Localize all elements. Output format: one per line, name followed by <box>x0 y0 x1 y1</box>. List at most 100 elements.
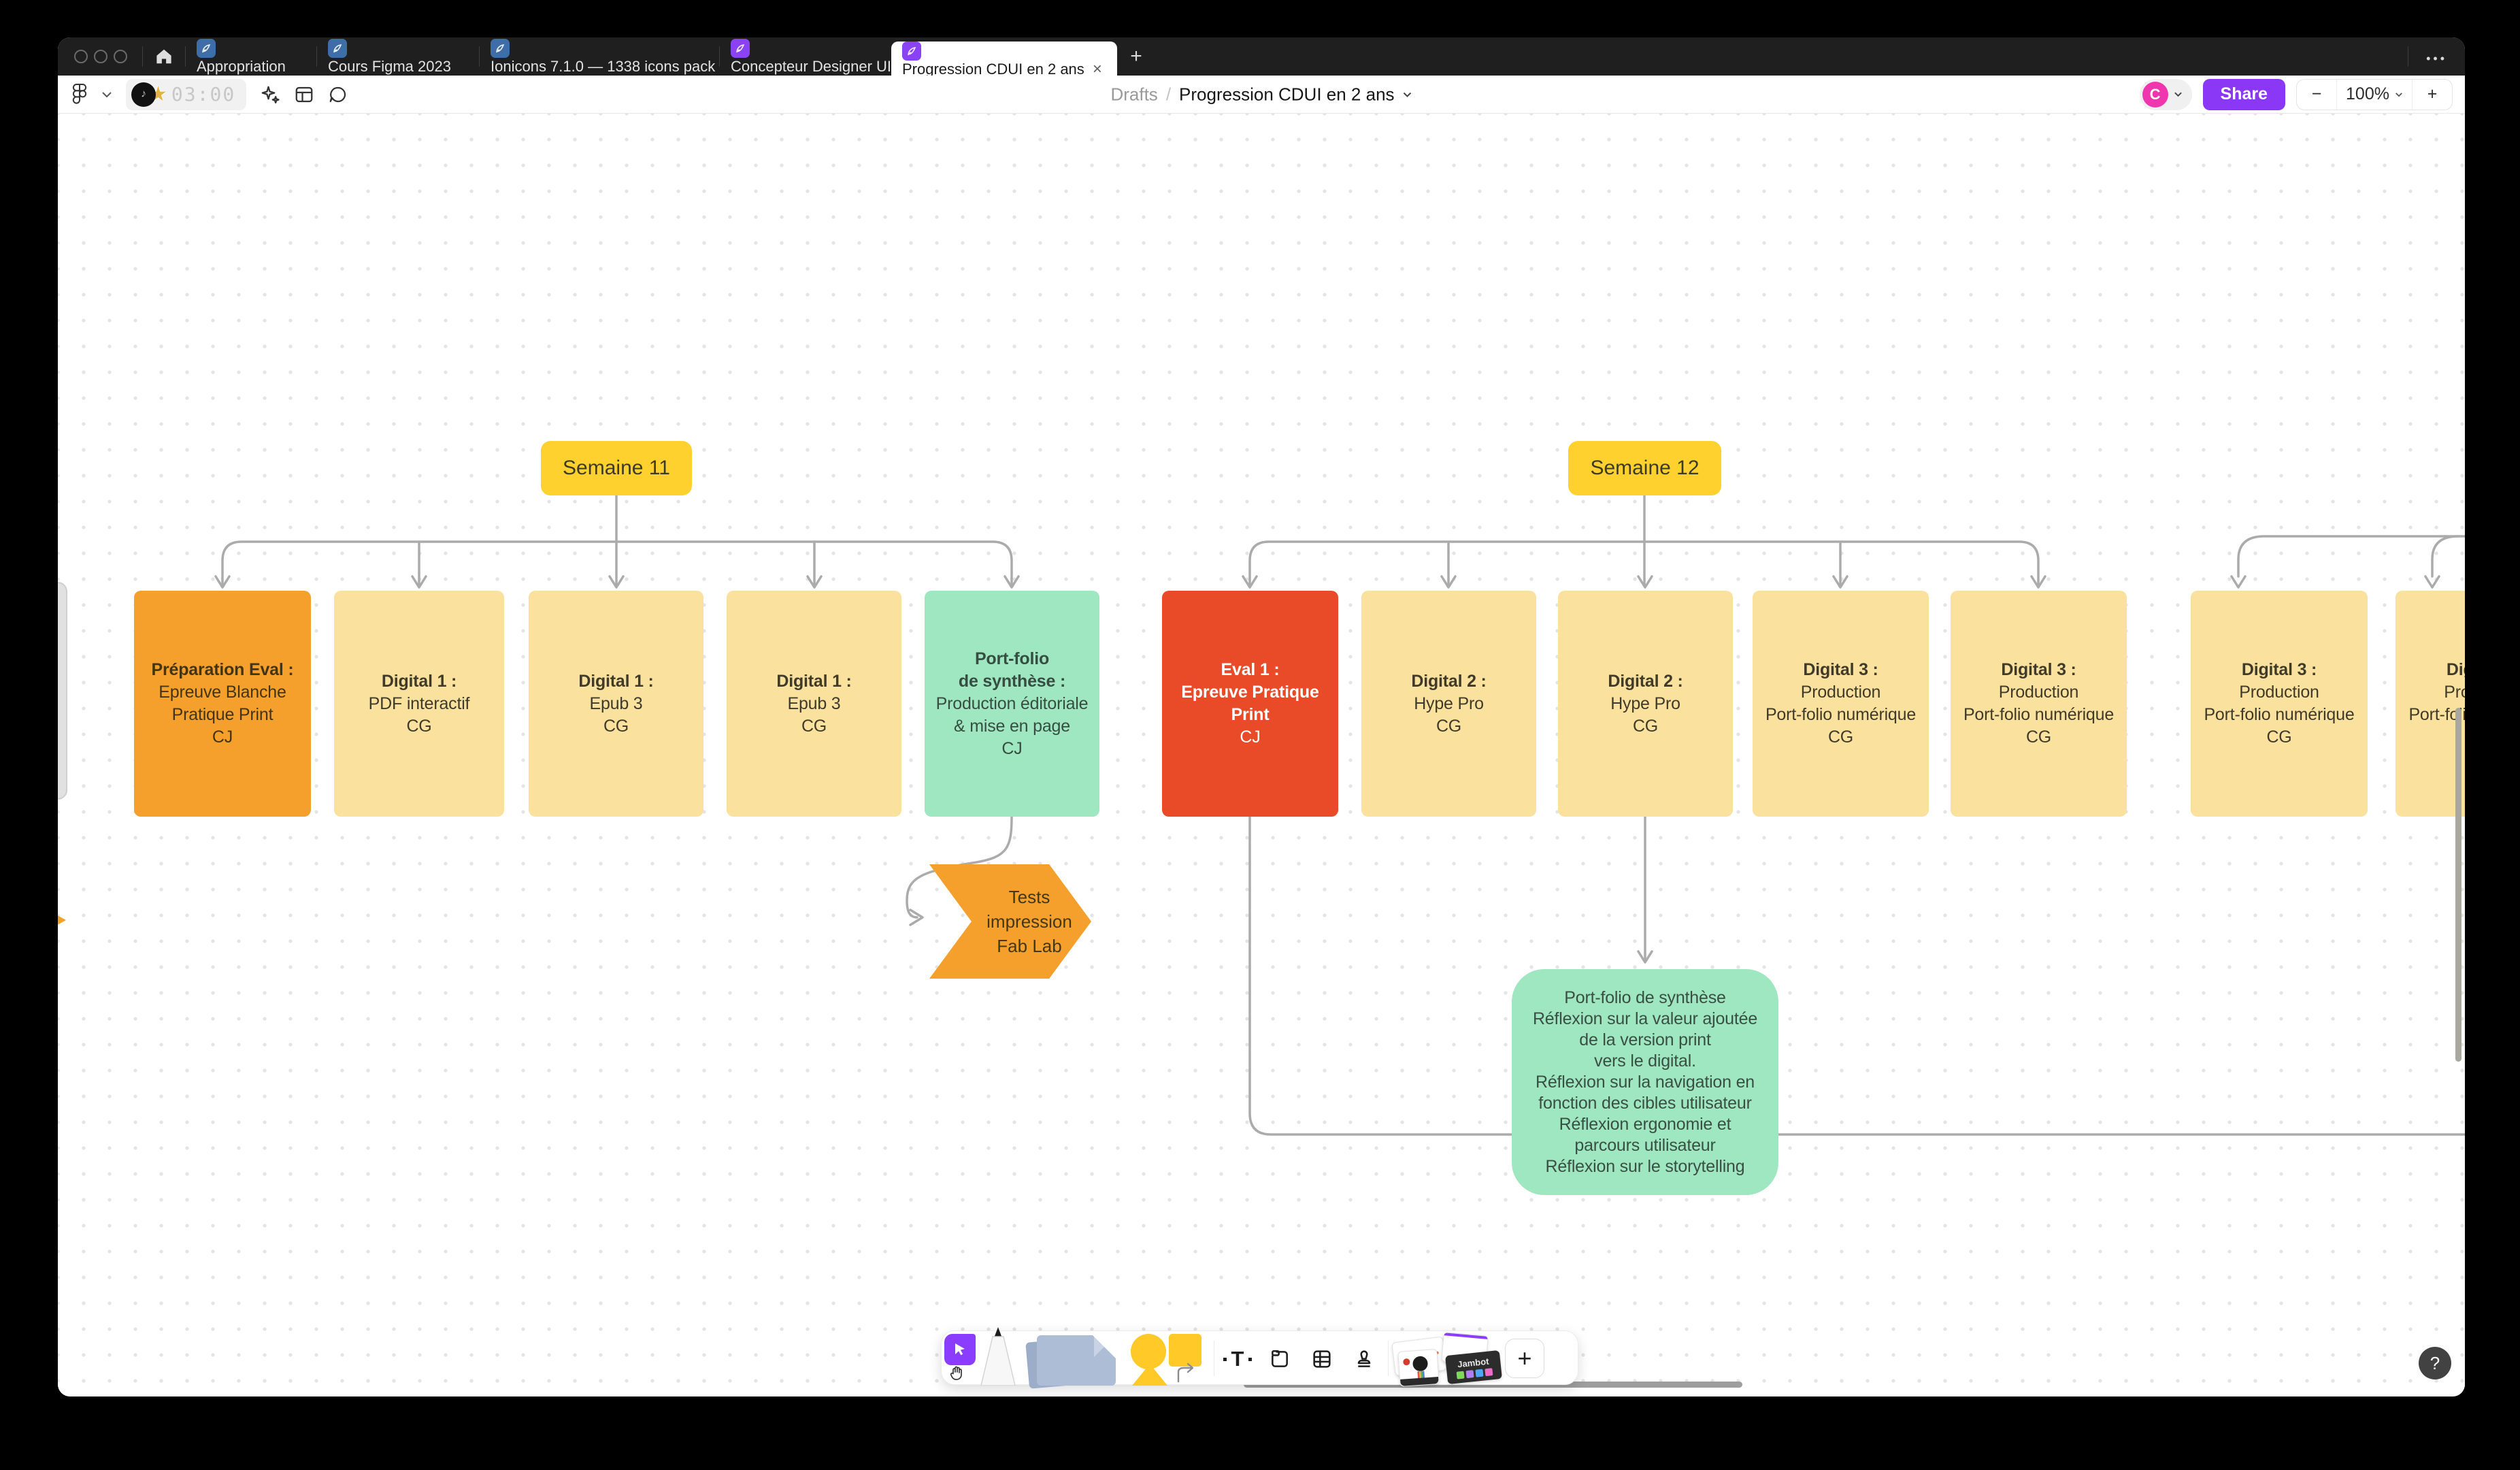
figma-main-menu[interactable] <box>71 83 88 106</box>
text-tool[interactable]: T <box>1219 1341 1256 1377</box>
plus-icon: + <box>1517 1344 1531 1373</box>
box-body-line: Hype Pro <box>1414 693 1484 715</box>
music-timer-widget[interactable]: ★ 03:00 <box>126 79 246 110</box>
browser-overflow-menu[interactable]: ••• <box>2408 46 2465 67</box>
connector[interactable] <box>1250 817 2465 1134</box>
account-menu[interactable]: C <box>2140 79 2192 110</box>
box-body-line: Epreuve Blanche <box>159 681 286 704</box>
flow-box-digital3-prod-b[interactable]: Digital 3 :ProductionPort-folio numériqu… <box>1951 591 2127 817</box>
box-title-line: Préparation Eval : <box>152 659 294 681</box>
offscreen-shape-edge[interactable] <box>58 582 67 800</box>
box-title-line: Digital 3 : <box>2242 659 2317 681</box>
hand-tool[interactable] <box>948 1365 965 1382</box>
figma-file-icon <box>491 39 510 58</box>
ai-sparkle-icon[interactable] <box>260 84 280 105</box>
connector[interactable] <box>2238 536 2465 576</box>
sticky-note-tool[interactable] <box>1025 1334 1120 1386</box>
zoom-in-button[interactable]: + <box>2413 80 2452 110</box>
templates-widgets-gallery[interactable]: Jambot <box>1393 1334 1502 1383</box>
cursor-icon <box>952 1341 968 1358</box>
note-portfolio-synthese[interactable]: Port-folio de synthèseRéflexion sur la v… <box>1512 969 1778 1195</box>
templates-icon[interactable] <box>294 84 314 105</box>
square-shape-icon <box>1169 1334 1201 1367</box>
box-body-line: Epub 3 <box>589 693 642 715</box>
box-body-line: & mise en page <box>954 715 1070 738</box>
breadcrumb-drafts[interactable]: Drafts <box>1110 84 1157 105</box>
jambot-widget-thumb: Jambot <box>1445 1350 1502 1384</box>
new-tab-button[interactable]: + <box>1117 37 1155 76</box>
zoom-out-button[interactable]: − <box>2297 80 2336 110</box>
flow-box-digital1-epub-a[interactable]: Digital 1 :Epub 3CG <box>529 591 703 817</box>
box-body-line: CG <box>1436 715 1461 738</box>
box-body-line: CG <box>1828 726 1853 749</box>
text-line: Fab Lab <box>997 934 1061 958</box>
window-controls <box>58 37 142 76</box>
figjam-canvas[interactable]: Semaine 11 Semaine 12 Préparation Eval :… <box>58 114 2465 1396</box>
window-minimize-button[interactable] <box>94 50 107 63</box>
week-label: Semaine 12 <box>1590 457 1699 480</box>
select-tool[interactable] <box>944 1334 976 1365</box>
chevron-down-icon <box>2174 91 2183 97</box>
box-title-line: Digital 1 : <box>382 670 457 693</box>
tab-progression-cdui-active[interactable]: Progression CDUI en 2 ans × <box>891 42 1117 76</box>
box-body-line: Port-folio numérique <box>2204 704 2354 726</box>
comments-icon[interactable] <box>328 84 348 105</box>
text-line: vers le digital. <box>1594 1051 1696 1072</box>
breadcrumb: Drafts / Progression CDUI en 2 ans <box>1110 84 1412 105</box>
chevron-down-icon[interactable] <box>101 91 112 98</box>
flow-box-digital2-hype-a[interactable]: Digital 2 :Hype ProCG <box>1361 591 1536 817</box>
file-title[interactable]: Progression CDUI en 2 ans <box>1179 84 1394 105</box>
marker-tool[interactable] <box>980 1326 1016 1386</box>
box-title-line: Digital 2 : <box>1608 670 1682 693</box>
text-line: Réflexion ergonomie et <box>1559 1114 1731 1135</box>
text-line: Réflexion sur le storytelling <box>1546 1156 1745 1177</box>
text-line: fonction des cibles utilisateur <box>1538 1093 1751 1114</box>
tab-close-icon[interactable]: × <box>1093 60 1102 76</box>
zoom-level: 100% <box>2346 84 2389 104</box>
more-tools-button[interactable]: + <box>1505 1339 1544 1378</box>
figma-file-icon <box>328 39 347 58</box>
timer-value: 03:00 <box>171 83 235 105</box>
flow-box-digital3-prod-c[interactable]: Digital 3 :ProductionPort-folio numériqu… <box>2191 591 2368 817</box>
section-icon <box>1269 1348 1291 1370</box>
tab-concepteur-designer-ui[interactable]: Concepteur Designer UI <box>720 39 891 76</box>
home-button[interactable] <box>143 37 185 76</box>
tab-ionicons[interactable]: Ionicons 7.1.0 — 1338 icons pack (( <box>480 39 719 76</box>
flow-box-digital2-hype-b[interactable]: Digital 2 :Hype ProCG <box>1558 591 1733 817</box>
flow-box-digital3-prod-d[interactable]: Digital 3 :ProductionPort-folio numériqu… <box>2395 591 2465 817</box>
flow-box-preparation-eval[interactable]: Préparation Eval :Epreuve BlanchePratiqu… <box>134 591 311 817</box>
flow-box-eval1-print[interactable]: Eval 1 :Epreuve PratiquePrintCJ <box>1162 591 1338 817</box>
flow-box-digital1-pdf[interactable]: Digital 1 :PDF interactifCG <box>334 591 504 817</box>
chevron-down-icon[interactable] <box>1403 91 1412 97</box>
week-header-semaine-12[interactable]: Semaine 12 <box>1568 441 1721 495</box>
box-title-line: Digital 2 : <box>1411 670 1486 693</box>
box-body-line: Production <box>2239 681 2319 704</box>
tab-label: Progression CDUI en 2 ans <box>902 61 1084 76</box>
share-button[interactable]: Share <box>2203 79 2285 110</box>
zoom-level-menu[interactable]: 100% <box>2336 80 2413 110</box>
window-zoom-button[interactable] <box>114 50 127 63</box>
text-line: Tests <box>1009 885 1050 909</box>
stamp-icon <box>1353 1348 1375 1370</box>
table-tool[interactable] <box>1304 1341 1340 1377</box>
shape-tool[interactable] <box>1131 1333 1212 1384</box>
flow-box-digital3-prod-a[interactable]: Digital 3 :ProductionPort-folio numériqu… <box>1753 591 1929 817</box>
connector[interactable] <box>2432 536 2458 576</box>
box-title-line: Digital 1 : <box>776 670 851 693</box>
box-body-line: CJ <box>212 726 233 749</box>
section-tool[interactable] <box>1261 1341 1298 1377</box>
stamp-tool[interactable] <box>1346 1341 1382 1377</box>
help-button[interactable]: ? <box>2419 1347 2451 1379</box>
tab-appropriation[interactable]: Appropriation <box>186 39 316 76</box>
music-disc-icon <box>131 82 156 107</box>
window-close-button[interactable] <box>74 50 88 63</box>
box-title-line: Digital 3 : <box>2001 659 2076 681</box>
box-title-line: Print <box>1231 704 1270 726</box>
box-body-line: CG <box>2266 726 2291 749</box>
tab-cours-figma[interactable]: Cours Figma 2023 <box>317 39 479 76</box>
week-label: Semaine 11 <box>563 457 670 480</box>
flow-box-digital1-epub-b[interactable]: Digital 1 :Epub 3CG <box>727 591 901 817</box>
vertical-scrollbar[interactable] <box>2455 708 2461 1062</box>
flow-box-portfolio-synthese[interactable]: Port-foliode synthèse :Production éditor… <box>925 591 1099 817</box>
week-header-semaine-11[interactable]: Semaine 11 <box>541 441 692 495</box>
